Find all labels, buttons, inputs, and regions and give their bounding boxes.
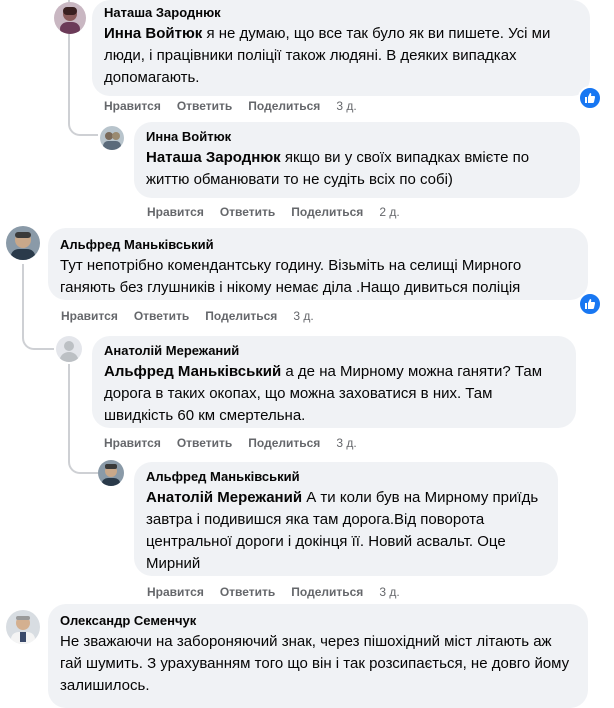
comment-text: Тут непотрібно комендантську годину. Віз… <box>60 257 522 296</box>
comment-text: Наташа Зароднюк якщо ви у своїх випадках… <box>146 147 568 191</box>
reply-button[interactable]: Ответить <box>134 309 189 323</box>
comment-author[interactable]: Альфред Маньківський <box>146 468 546 485</box>
thread-connector <box>68 100 98 136</box>
comment-actions: Нравится Ответить Поделиться 3 д. <box>147 585 400 599</box>
comment-text: Альфред Маньківський а де на Мирному мож… <box>104 361 564 427</box>
comment-actions: Нравится Ответить Поделиться 3 д. <box>104 436 357 450</box>
reply-button[interactable]: Ответить <box>177 99 232 113</box>
comment-bubble: Альфред Маньківський Тут непотрібно коме… <box>48 228 588 300</box>
comment-author[interactable]: Альфред Маньківський <box>60 236 576 253</box>
avatar[interactable] <box>6 226 40 260</box>
like-button[interactable]: Нравится <box>147 205 204 219</box>
like-button[interactable]: Нравится <box>61 309 118 323</box>
reply-button[interactable]: Ответить <box>177 436 232 450</box>
like-button[interactable]: Нравится <box>147 585 204 599</box>
mention-tag[interactable]: Наташа Зароднюк <box>146 149 281 166</box>
comment-actions: Нравится Ответить Поделиться 3 д. <box>104 99 357 113</box>
like-reaction-icon[interactable] <box>578 86 602 110</box>
timestamp[interactable]: 3 д. <box>336 436 356 450</box>
default-avatar-icon[interactable] <box>56 336 82 362</box>
comment-bubble: Наташа Зароднюк Инна Войтюк я не думаю, … <box>92 0 590 96</box>
comment-text: Инна Войтюк я не думаю, що все так було … <box>104 23 578 89</box>
reply-button[interactable]: Ответить <box>220 585 275 599</box>
avatar[interactable] <box>54 2 86 34</box>
comment-actions: Нравится Ответить Поделиться 2 д. <box>147 205 400 219</box>
reply-button[interactable]: Ответить <box>220 205 275 219</box>
like-button[interactable]: Нравится <box>104 99 161 113</box>
timestamp[interactable]: 3 д. <box>379 585 399 599</box>
comment-author[interactable]: Олександр Семенчук <box>60 612 576 629</box>
share-button[interactable]: Поделиться <box>248 99 320 113</box>
timestamp[interactable]: 3 д. <box>293 309 313 323</box>
comment-author[interactable]: Инна Войтюк <box>146 128 568 145</box>
like-reaction-icon[interactable] <box>578 292 602 316</box>
share-button[interactable]: Поделиться <box>205 309 277 323</box>
comment-bubble: Олександр Семенчук Не зважаючи на заборо… <box>48 604 588 708</box>
mention-tag[interactable]: Альфред Маньківський <box>104 363 281 380</box>
like-button[interactable]: Нравится <box>104 436 161 450</box>
comment-bubble: Инна Войтюк Наташа Зароднюк якщо ви у св… <box>134 122 580 198</box>
avatar[interactable] <box>6 610 40 644</box>
mention-tag[interactable]: Анатолій Мережаний <box>146 489 302 506</box>
thread-line <box>68 364 70 434</box>
timestamp[interactable]: 3 д. <box>336 99 356 113</box>
comment-bubble: Альфред Маньківський Анатолій Мережаний … <box>134 462 558 576</box>
comment-actions: Нравится Ответить Поделиться 3 д. <box>61 309 314 323</box>
avatar[interactable] <box>98 460 124 486</box>
comment-author[interactable]: Наташа Зароднюк <box>104 4 578 21</box>
comment-author[interactable]: Анатолій Мережаний <box>104 342 564 359</box>
timestamp[interactable]: 2 д. <box>379 205 399 219</box>
comment-text: Анатолій Мережаний А ти коли був на Мирн… <box>146 487 546 575</box>
comment-text: Не зважаючи на забороняючий знак, через … <box>60 633 570 694</box>
share-button[interactable]: Поделиться <box>291 205 363 219</box>
mention-tag[interactable]: Инна Войтюк <box>104 25 202 42</box>
thread-connector <box>68 430 98 474</box>
share-button[interactable]: Поделиться <box>248 436 320 450</box>
comment-bubble: Анатолій Мережаний Альфред Маньківський … <box>92 336 576 428</box>
thread-connector <box>22 310 54 350</box>
avatar[interactable] <box>100 126 124 150</box>
share-button[interactable]: Поделиться <box>291 585 363 599</box>
